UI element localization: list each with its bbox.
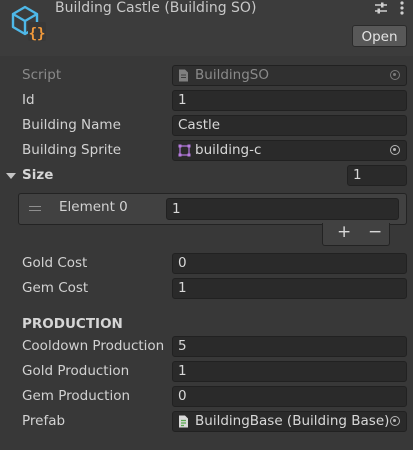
gem-cost-field[interactable]: 1	[172, 278, 407, 299]
prefab-value: BuildingBase (Building Base)	[195, 413, 390, 429]
building-sprite-field[interactable]: building-c	[172, 140, 407, 161]
script-value: BuildingSO	[195, 67, 269, 83]
size-list: Element 0 1	[18, 193, 407, 225]
open-button[interactable]: Open	[352, 25, 407, 47]
gem-production-field[interactable]: 0	[172, 386, 407, 407]
object-picker-icon[interactable]	[390, 70, 400, 80]
scriptable-object-icon: {}	[8, 3, 48, 43]
gold-production-label: Gold Production	[22, 363, 130, 379]
list-footer: + −	[322, 222, 390, 246]
gold-cost-field[interactable]: 0	[172, 253, 407, 274]
object-picker-icon[interactable]	[390, 145, 400, 155]
building-sprite-label: Building Sprite	[22, 142, 122, 158]
id-label: Id	[22, 92, 35, 108]
element-0-label: Element 0	[59, 199, 128, 215]
building-name-field[interactable]: Castle	[172, 115, 407, 136]
prefab-label: Prefab	[22, 413, 66, 429]
cooldown-production-field[interactable]: 5	[172, 336, 407, 357]
object-picker-icon[interactable]	[390, 416, 400, 426]
gold-cost-label: Gold Cost	[22, 255, 88, 271]
sliders-icon[interactable]	[374, 1, 388, 19]
cooldown-production-label: Cooldown Production	[22, 338, 165, 354]
gem-production-label: Gem Production	[22, 388, 131, 404]
script-file-icon	[178, 69, 189, 85]
prefab-icon	[178, 415, 189, 431]
drag-handle-icon[interactable]	[29, 206, 41, 212]
inspector-title: Building Castle (Building SO)	[55, 0, 257, 16]
prefab-field[interactable]: BuildingBase (Building Base)	[172, 411, 407, 432]
svg-text:{}: {}	[29, 26, 46, 42]
size-label[interactable]: Size	[22, 165, 53, 185]
element-0-field[interactable]: 1	[166, 198, 399, 220]
size-count-field[interactable]: 1	[347, 165, 407, 186]
script-field: BuildingSO	[172, 65, 407, 86]
production-header: PRODUCTION	[22, 316, 123, 332]
gold-production-field[interactable]: 1	[172, 361, 407, 382]
add-element-button[interactable]: +	[337, 222, 351, 242]
building-name-label: Building Name	[22, 117, 121, 133]
id-field[interactable]: 1	[172, 90, 407, 111]
vertical-dots-icon[interactable]	[398, 0, 406, 20]
remove-element-button[interactable]: −	[368, 222, 382, 242]
building-sprite-value: building-c	[195, 142, 262, 158]
foldout-arrow-icon[interactable]	[6, 169, 16, 185]
sprite-icon	[178, 144, 191, 160]
script-label: Script	[22, 67, 62, 83]
gem-cost-label: Gem Cost	[22, 280, 89, 296]
